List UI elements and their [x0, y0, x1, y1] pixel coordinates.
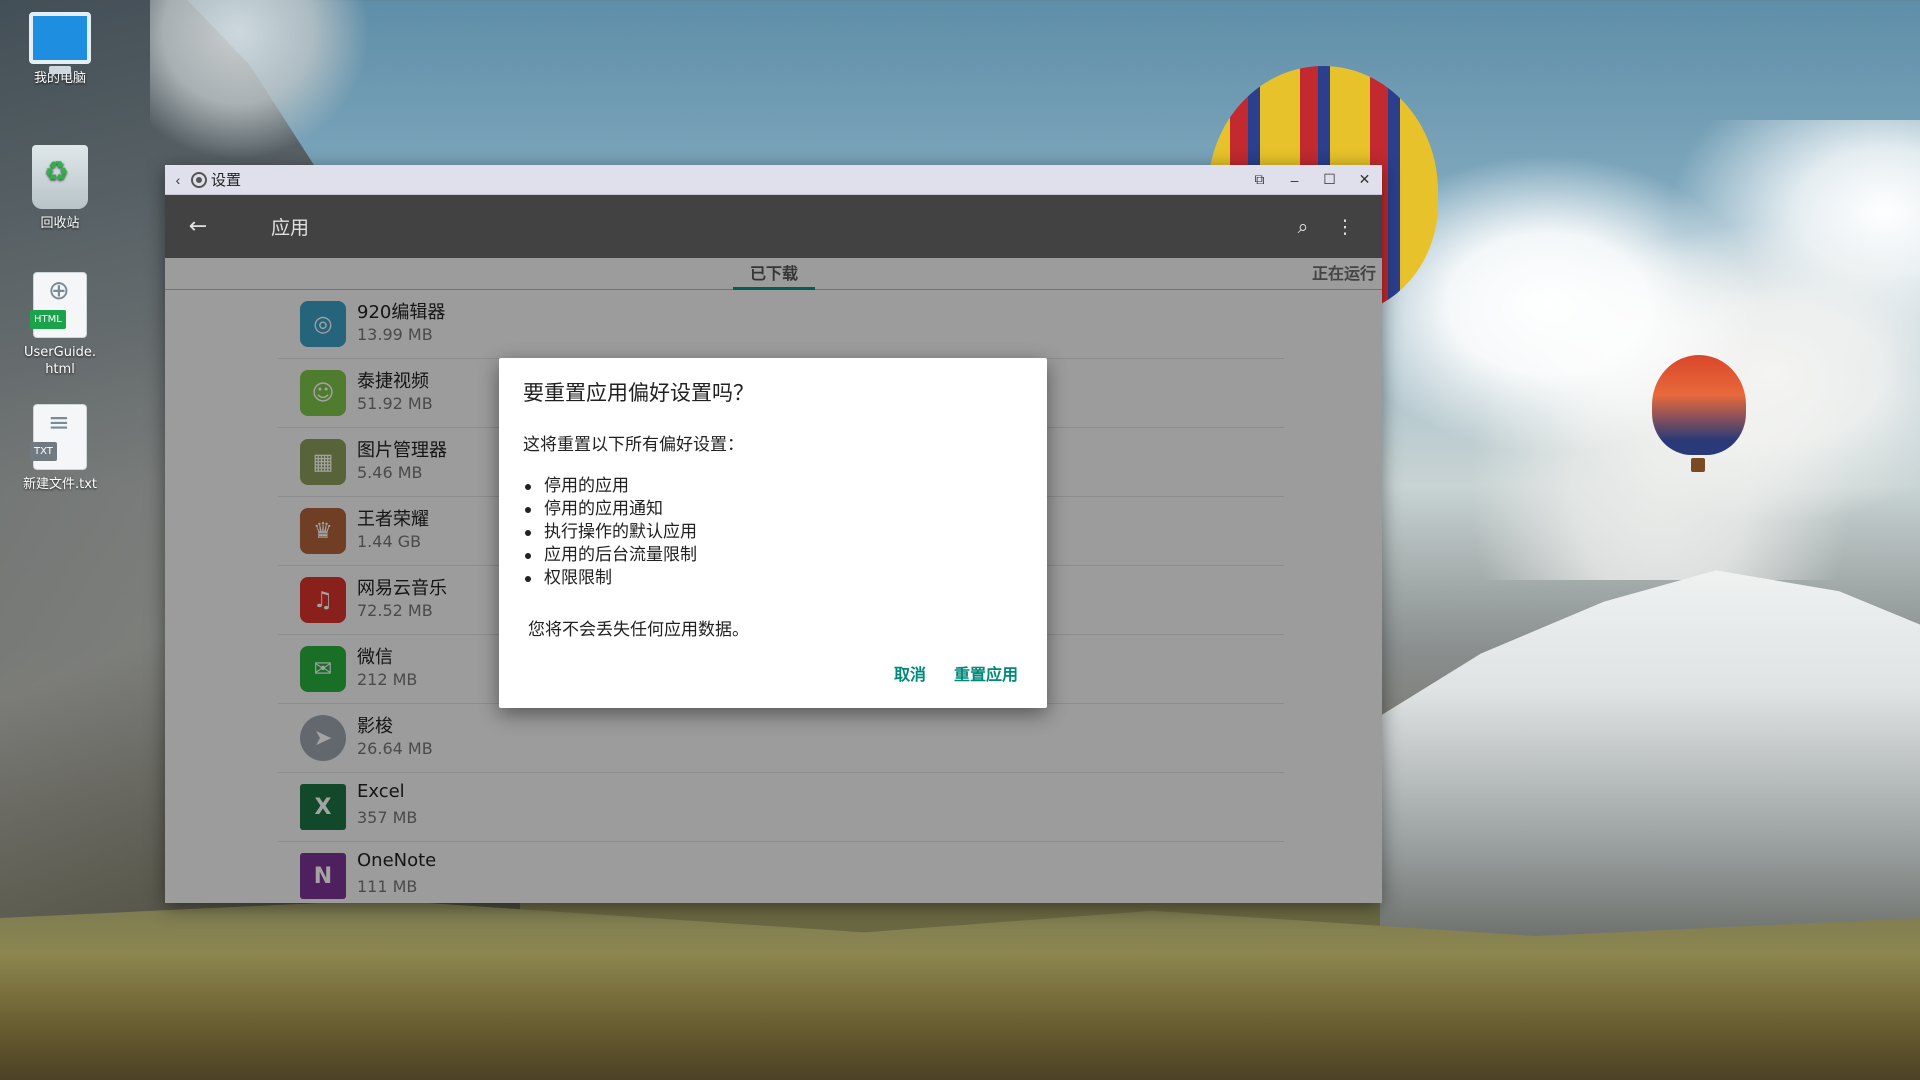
wallpaper-clouds — [1380, 120, 1920, 580]
html-file-icon: ⊕ HTML — [30, 272, 87, 338]
wallpaper-snow — [150, 0, 370, 160]
dialog-bullet-item: 执行操作的默认应用 — [523, 521, 697, 544]
reset-apps-button[interactable]: 重置应用 — [954, 661, 1018, 685]
dialog-bullet-list: 停用的应用 停用的应用通知 执行操作的默认应用 应用的后台流量限制 权限限制 — [523, 475, 697, 590]
reset-preferences-dialog: 要重置应用偏好设置吗？ 这将重置以下所有偏好设置： 停用的应用 停用的应用通知 … — [499, 358, 1047, 708]
desktop-icon-my-computer[interactable]: 我的电脑 — [0, 12, 120, 87]
page-title: 应用 — [271, 217, 310, 239]
cancel-button[interactable]: 取消 — [894, 661, 926, 685]
wallpaper-balloon-small — [1652, 355, 1746, 472]
dialog-bullet-item: 停用的应用通知 — [523, 498, 697, 521]
desktop-icon-new-txt[interactable]: ≡ TXT 新建文件.txt — [0, 404, 120, 493]
search-icon[interactable]: ⌕ — [1282, 216, 1324, 238]
text-file-icon: ≡ TXT — [30, 404, 87, 470]
close-button[interactable]: ✕ — [1347, 171, 1382, 188]
maximize-button[interactable]: ☐ — [1312, 171, 1347, 188]
desktop-icon-label: 回收站 — [40, 216, 80, 231]
recycle-bin-icon: ♻ — [32, 145, 88, 209]
app-toolbar: ← 应用 ⌕ ⋮ — [165, 195, 1382, 258]
dialog-intro: 这将重置以下所有偏好设置： — [523, 435, 744, 455]
dialog-bullet-item: 权限限制 — [523, 567, 697, 590]
desktop-icon-recycle-bin[interactable]: ♻ 回收站 — [0, 145, 120, 232]
computer-icon — [29, 12, 91, 74]
pin-window-icon[interactable]: ⧉ — [1242, 171, 1277, 188]
window-titlebar[interactable]: ‹ 设置 ⧉ – ☐ ✕ — [165, 165, 1382, 195]
titlebar-back-icon[interactable]: ‹ — [165, 172, 191, 188]
dialog-bullet-item: 停用的应用 — [523, 475, 697, 498]
dialog-title: 要重置应用偏好设置吗？ — [523, 381, 754, 405]
desktop-icon-label: UserGuide.html — [24, 345, 96, 377]
desktop-icon-userguide[interactable]: ⊕ HTML UserGuide.html — [0, 272, 120, 378]
dialog-bullet-item: 应用的后台流量限制 — [523, 544, 697, 567]
desktop-icon-label: 新建文件.txt — [22, 477, 98, 492]
dialog-note: 您将不会丢失任何应用数据。 — [528, 620, 749, 640]
window-title: 设置 — [211, 172, 242, 189]
back-arrow-icon[interactable]: ← — [167, 214, 229, 239]
settings-gear-icon — [191, 171, 207, 188]
minimize-button[interactable]: – — [1277, 172, 1312, 188]
more-options-icon[interactable]: ⋮ — [1324, 216, 1366, 238]
